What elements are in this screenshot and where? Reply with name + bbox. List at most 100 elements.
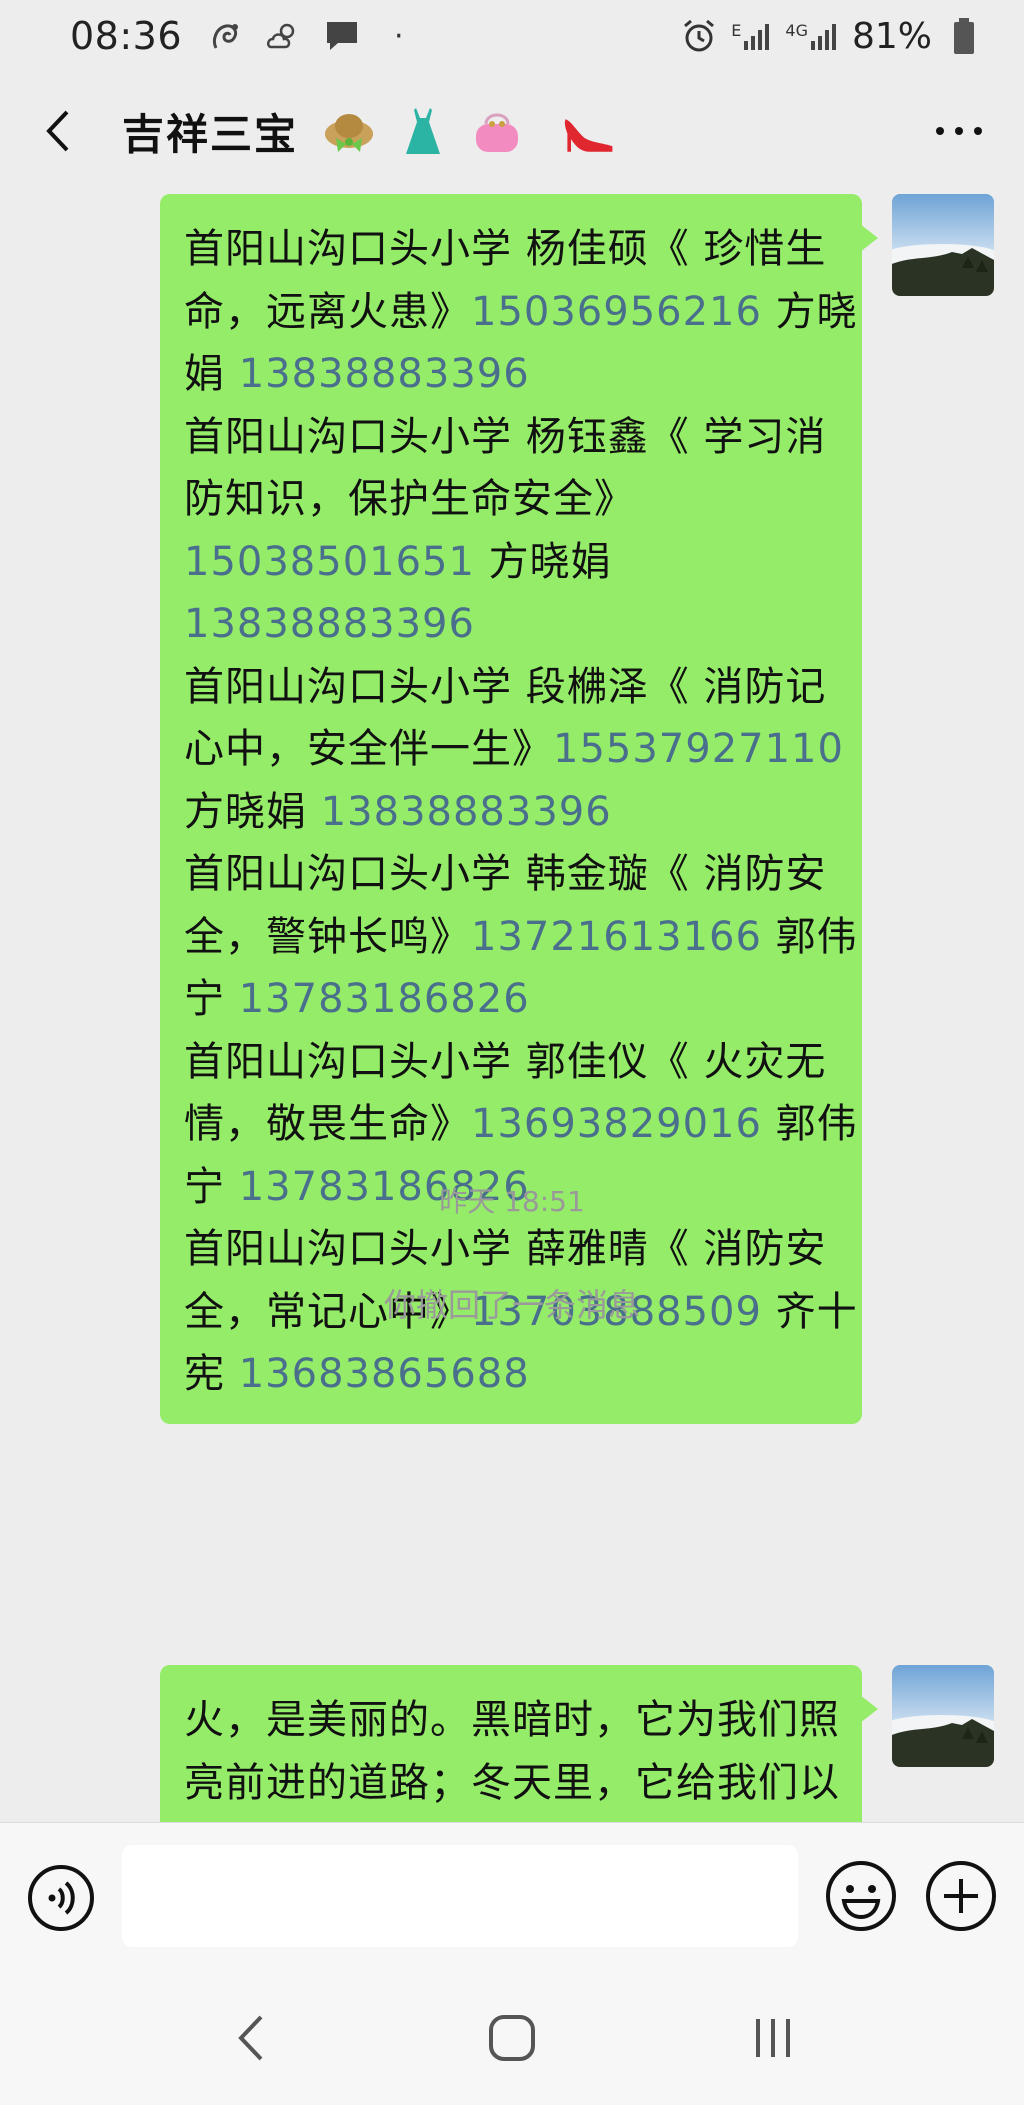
- signal-bars-icon: [744, 24, 770, 50]
- message-text: 命，远离火患》: [184, 288, 471, 335]
- chat-message-list[interactable]: 首阳山沟口头小学 杨佳硕《 珍惜生 命，远离火患》15036956216 方晓娟 …: [0, 190, 1024, 1822]
- message-text: 首阳山沟口头小学 薛雅晴《 消防安: [184, 1226, 827, 1272]
- phone-number-link[interactable]: 15038501651: [184, 539, 475, 585]
- message-text: 火，是美丽的。黑暗时，它为我们照: [184, 1697, 840, 1743]
- message-line: 方晓娟 13838883396: [184, 781, 840, 844]
- message-line: 娟 13838883396: [184, 343, 840, 406]
- network2-type-label: 4G: [785, 21, 808, 40]
- phone-number-link[interactable]: 15036956216: [471, 289, 762, 335]
- phone-number-link[interactable]: 13721613166: [471, 914, 762, 960]
- home-nav-icon: [488, 2014, 535, 2061]
- message-line: 防知识，保护生命安全》: [184, 468, 840, 531]
- more-dots-icon: [936, 127, 982, 135]
- message-line: 亮前进的道路；冬天里，它给我们以: [184, 1752, 840, 1815]
- landscape-avatar-image-2: [892, 1665, 994, 1767]
- phone-number-link[interactable]: 13683865688: [239, 1351, 530, 1397]
- message-line: 13838883396: [184, 593, 840, 656]
- message-timestamp: 昨天 18:51: [439, 1185, 585, 1218]
- message-bubble-2[interactable]: 火，是美丽的。黑暗时，它为我们照 亮前进的道路；冬天里，它给我们以: [160, 1665, 878, 1822]
- more-functions-button[interactable]: [924, 1859, 998, 1933]
- nav-recents-button[interactable]: [728, 1993, 818, 2083]
- nav-back-button[interactable]: [206, 1993, 296, 2083]
- message-text: 首阳山沟口头小学 韩金璇《 消防安: [184, 851, 827, 897]
- phone-number-link[interactable]: 13838883396: [321, 789, 612, 835]
- signal-4g: 4G: [785, 21, 840, 51]
- phone-number-link[interactable]: 13838883396: [184, 601, 475, 647]
- phone-number-link[interactable]: 13838883396: [239, 351, 530, 397]
- system-nav-bar: [0, 1970, 1024, 2105]
- message-text: 郭伟: [761, 1101, 858, 1147]
- message-text: 郭伟: [761, 913, 858, 960]
- alarm-icon: [679, 16, 719, 56]
- message-line: 首阳山沟口头小学 段梻泽《 消防记: [184, 656, 840, 719]
- message-text: 首阳山沟口头小学 段梻泽《 消防记: [184, 663, 827, 710]
- phone-number-link[interactable]: 13783186826: [239, 976, 530, 1022]
- network-type-label: E: [731, 21, 742, 40]
- message-line: 心中，安全伴一生》15537927110: [184, 718, 843, 781]
- emoji-icon: [826, 1861, 896, 1931]
- plus-icon: [926, 1861, 996, 1931]
- message-line: 首阳山沟口头小学 韩金璇《 消防安: [184, 843, 840, 906]
- message-line: 全，警钟长鸣》13721613166 郭伟: [184, 906, 857, 969]
- message-text: 心中，安全伴一生》: [184, 726, 553, 772]
- landscape-avatar-image: [892, 194, 994, 296]
- nav-home-button[interactable]: [467, 1993, 557, 2083]
- message-line: 火，是美丽的。黑暗时，它为我们照: [184, 1689, 840, 1752]
- message-text: 情，敬畏生命》: [184, 1101, 471, 1147]
- message-line: 宪 13683865688: [184, 1343, 840, 1406]
- emoji-button[interactable]: [824, 1859, 898, 1933]
- status-time: 08:36: [70, 14, 183, 58]
- user-avatar-2[interactable]: [892, 1665, 994, 1767]
- message-text: 全，警钟长鸣》: [184, 913, 471, 960]
- message-text: 方晓娟: [474, 538, 612, 585]
- message-line: 15038501651 方晓娟: [184, 531, 840, 594]
- message-line: 首阳山沟口头小学 薛雅晴《 消防安: [184, 1218, 840, 1281]
- weather-icon: [264, 16, 304, 56]
- message-line: 首阳山沟口头小学 杨佳硕《 珍惜生: [184, 218, 840, 281]
- battery-icon: [944, 16, 984, 56]
- phone-number-link[interactable]: 13693829016: [471, 1101, 762, 1147]
- chat-header: 吉祥三宝: [0, 72, 1024, 190]
- message-input[interactable]: [122, 1845, 798, 1947]
- recall-notice: 你撤回了一条消息: [383, 1286, 640, 1324]
- message-text: 防知识，保护生命安全》: [184, 476, 635, 522]
- message-line: 命，远离火患》15036956216 方晓: [184, 281, 857, 344]
- recents-nav-icon: [756, 2018, 791, 2057]
- chat-title: 吉祥三宝: [122, 109, 299, 159]
- signal-e: E: [731, 21, 773, 51]
- message-text: 首阳山沟口头小学 杨佳硕《 珍惜生: [184, 226, 827, 272]
- message-text: 首阳山沟口头小学 杨钰鑫《 学习消: [184, 413, 827, 460]
- signal-bars-2-icon: [810, 24, 836, 50]
- message-text: 方晓娟: [184, 788, 321, 835]
- message-text: 娟: [184, 351, 239, 397]
- squirrel-browser-icon: [206, 16, 246, 56]
- more-options-button[interactable]: [924, 103, 994, 159]
- message-line: 宁 13783186826: [184, 968, 840, 1031]
- status-bar: 08:36 · E 4G 81%: [0, 0, 1024, 72]
- back-button[interactable]: [30, 103, 86, 159]
- dress-emoji-icon: [396, 104, 450, 158]
- hat-emoji-icon: [322, 104, 376, 158]
- voice-input-button[interactable]: [26, 1863, 96, 1933]
- message-text: 宪: [184, 1351, 239, 1397]
- input-bar: [0, 1822, 1024, 1970]
- message-icon: [322, 16, 362, 56]
- message-text: 首阳山沟口头小学 郭佳仪《 火灾无: [184, 1038, 827, 1085]
- user-avatar-1[interactable]: [892, 194, 994, 296]
- battery-percent: 81%: [851, 15, 932, 57]
- phone-number-link[interactable]: 15537927110: [553, 726, 844, 772]
- message-text: 亮前进的道路；冬天里，它给我们以: [184, 1759, 840, 1806]
- message-text: 宁: [184, 976, 239, 1022]
- high-heel-emoji-icon: [562, 104, 616, 158]
- status-dot: ·: [394, 18, 404, 54]
- message-bubble-1[interactable]: 首阳山沟口头小学 杨佳硕《 珍惜生 命，远离火患》15036956216 方晓娟 …: [160, 194, 878, 1424]
- chevron-left-icon: [46, 110, 69, 152]
- message-text: 方晓: [761, 288, 858, 335]
- purse-emoji-icon: [470, 104, 524, 158]
- message-line: 首阳山沟口头小学 杨钰鑫《 学习消: [184, 406, 840, 469]
- back-nav-icon: [237, 2015, 263, 2060]
- voice-icon: [28, 1865, 94, 1931]
- message-line: 情，敬畏生命》13693829016 郭伟: [184, 1093, 857, 1156]
- message-line: 首阳山沟口头小学 郭佳仪《 火灾无: [184, 1031, 840, 1094]
- title-emojis: [322, 104, 616, 158]
